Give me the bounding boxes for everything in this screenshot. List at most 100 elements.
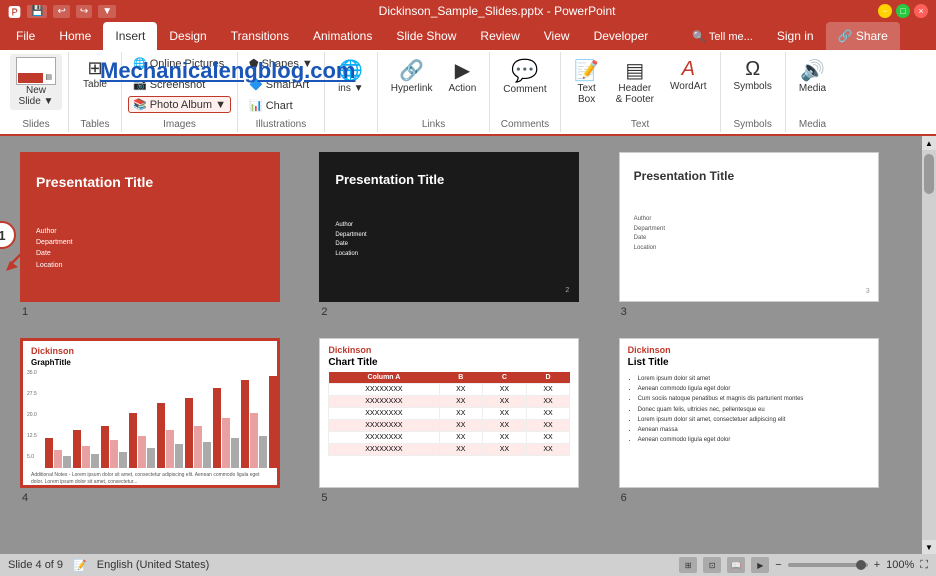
undo-btn[interactable]: ↩ [53,5,69,18]
online-pictures-button[interactable]: 🌐 Online Pictures [128,54,229,73]
photo-album-icon: 📚 [133,98,147,111]
slide3-subtitle: AuthorDepartmentDateLocation [620,189,878,257]
slide3-title: Presentation Title [620,153,878,189]
tab-insert[interactable]: Insert [103,22,157,50]
header-footer-button[interactable]: ▤ Header & Footer [609,54,661,109]
signin-btn[interactable]: Sign in [765,22,826,50]
table-icon: ⊞ [87,58,102,79]
symbols-icon: Ω [745,58,760,81]
table-row: XXXXXXXXXXXXXX [329,396,570,408]
share-btn[interactable]: 🔗 Share [826,22,900,50]
shapes-icon: ⬟ [249,57,259,70]
store-icon: 🌐 [338,58,363,83]
slide-wrapper-2: Presentation Title AuthorDepartmentDateL… [319,152,602,318]
hyperlink-icon: 🔗 [399,58,424,83]
zoom-minus-btn[interactable]: − [775,559,781,571]
zoom-plus-btn[interactable]: + [874,559,880,571]
slide-thumb-5[interactable]: Dickinson Chart Title Column A B C D XXX… [319,338,579,488]
chart-button[interactable]: 📊 Chart [244,96,298,115]
slide-num-2: 2 [321,306,327,318]
action-label: Action [448,83,476,94]
wordart-button[interactable]: A WordArt [663,54,714,109]
wordart-icon: A [682,58,695,81]
hyperlink-label: Hyperlink [391,83,433,94]
slide-wrapper-6: Dickinson List Title Lorem ipsum dolor s… [619,338,902,504]
normal-view-btn[interactable]: ⊞ [679,557,697,573]
list-item: Aenean massa [638,425,870,435]
textbox-label: TextBox [577,83,595,105]
shapes-button[interactable]: ⬟ Shapes ▼ [244,54,318,73]
ribbon-group-tables: ⊞ Table Tables [69,52,122,132]
slide-panel[interactable]: 1 Presentation Title AuthorDepartmentDat… [0,136,922,554]
slides-buttons: ▤ NewSlide ▼ [10,54,62,117]
wordart-label: WordArt [670,81,707,92]
fit-btn[interactable]: ⛶ [920,559,928,572]
slide-wrapper-4: Dickinson GraphTitle 35.027.520.012.55.0 [20,338,303,504]
zoom-slider[interactable] [788,563,868,567]
tab-slideshow[interactable]: Slide Show [384,22,468,50]
scroll-thumb[interactable] [924,154,934,194]
minimize-btn[interactable]: − [878,4,892,18]
close-btn[interactable]: × [914,4,928,18]
slideshow-btn[interactable]: ▶ [751,557,769,573]
scroll-down-btn[interactable]: ▼ [922,540,936,554]
new-slide-button[interactable]: ▤ NewSlide ▼ [10,54,62,110]
ribbon-tabs: File Home Insert Design Transitions Anim… [0,22,936,50]
symbols-label: Symbols [734,81,772,92]
media-label: Media [799,83,826,94]
hyperlink-button[interactable]: 🔗 Hyperlink [384,54,440,98]
slide-thumb-1[interactable]: Presentation Title AuthorDepartmentDateL… [20,152,280,302]
redo-btn[interactable]: ↪ [76,5,92,18]
status-left: Slide 4 of 9 📝 English (United States) [8,559,209,572]
status-bar: Slide 4 of 9 📝 English (United States) ⊞… [0,554,936,576]
slide-thumb-2[interactable]: Presentation Title AuthorDepartmentDateL… [319,152,579,302]
tab-design[interactable]: Design [157,22,218,50]
slide-sorter-btn[interactable]: ⊡ [703,557,721,573]
lang-label: English (United States) [97,559,210,571]
store-button[interactable]: 🌐 ins ▼ [331,54,371,98]
slide-thumb-4[interactable]: Dickinson GraphTitle 35.027.520.012.55.0 [20,338,280,488]
table-row: XXXXXXXXXXXXXX [329,408,570,420]
slide-thumb-3[interactable]: Presentation Title AuthorDepartmentDateL… [619,152,879,302]
tab-view[interactable]: View [532,22,582,50]
tab-home[interactable]: Home [47,22,103,50]
photo-album-button[interactable]: 📚 Photo Album ▼ [128,96,231,113]
arrow-annotation [2,243,32,273]
table-label: Table [83,79,107,90]
addins-label: ins ▼ [338,83,363,94]
reading-view-btn[interactable]: 📖 [727,557,745,573]
save-quick-btn[interactable]: 💾 [27,5,47,18]
smartart-button[interactable]: 🔷 SmartArt [244,75,314,94]
slide2-subtitle: AuthorDepartmentDateLocation [321,193,577,263]
screenshot-button[interactable]: 📷 Screenshot [128,75,210,94]
tab-file[interactable]: File [4,22,47,50]
main-area: 1 Presentation Title AuthorDepartmentDat… [0,136,936,554]
table-button[interactable]: ⊞ Table [75,54,115,94]
tell-me-btn[interactable]: 🔍 Tell me... [680,22,765,50]
ribbon-group-text: 📝 TextBox ▤ Header & Footer A WordArt Te… [561,52,721,132]
maximize-btn[interactable]: □ [896,4,910,18]
comment-button[interactable]: 💬 Comment [496,54,553,99]
textbox-icon: 📝 [574,58,599,83]
symbols-button[interactable]: Ω Symbols [727,54,779,96]
status-right: ⊞ ⊡ 📖 ▶ − + 100% ⛶ [679,557,928,573]
comment-label: Comment [503,84,546,95]
scroll-up-btn[interactable]: ▲ [922,136,936,150]
tab-review[interactable]: Review [468,22,531,50]
col-d-header: D [526,372,570,384]
media-icon: 🔊 [800,58,825,83]
tab-animations[interactable]: Animations [301,22,384,50]
action-button[interactable]: ▶ Action [441,54,483,98]
textbox-button[interactable]: 📝 TextBox [567,54,607,109]
slide4-brand: Dickinson [23,341,277,358]
customize-btn[interactable]: ▼ [98,5,116,18]
tab-developer[interactable]: Developer [582,22,661,50]
media-button[interactable]: 🔊 Media [792,54,833,98]
slide-wrapper-3: Presentation Title AuthorDepartmentDateL… [619,152,902,318]
vertical-scrollbar[interactable]: ▲ ▼ [922,136,936,554]
tab-transitions[interactable]: Transitions [219,22,301,50]
tables-group-label: Tables [81,117,110,130]
slide-thumb-6[interactable]: Dickinson List Title Lorem ipsum dolor s… [619,338,879,488]
header-footer-label: Header & Footer [616,83,654,105]
comments-group-label: Comments [501,117,549,130]
